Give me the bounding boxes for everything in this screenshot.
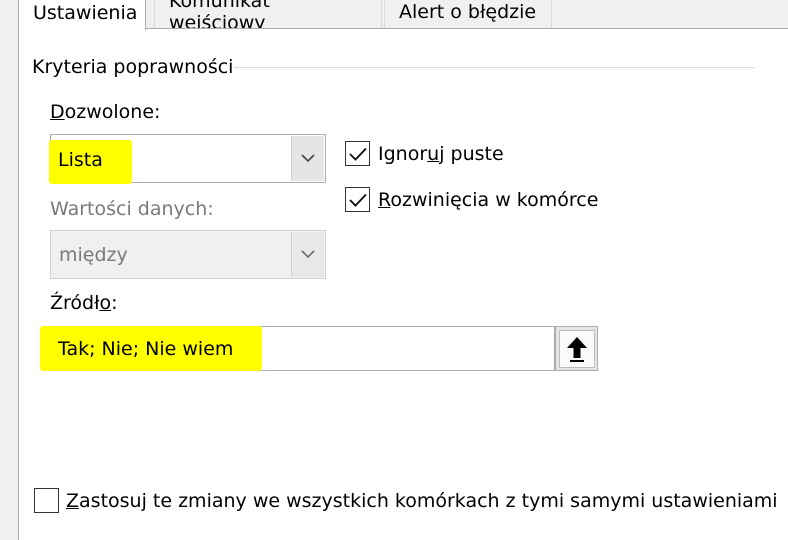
source-label-part: Źródł (50, 292, 100, 314)
source-collapse-button[interactable] (555, 326, 598, 371)
source-value: Tak; Nie; Nie wiem (58, 338, 234, 360)
allow-value: Lista (58, 149, 103, 171)
ignore-blank-label-part: j puste (439, 143, 504, 165)
in-cell-dropdown-access-key: R (378, 189, 391, 211)
chevron-down-icon (301, 154, 315, 163)
data-dropdown-button[interactable] (291, 232, 324, 277)
in-cell-dropdown-label[interactable]: Rozwinięcia w komórce (378, 189, 598, 211)
apply-all-access-key: Z (66, 490, 80, 512)
chevron-down-icon (301, 250, 315, 259)
apply-all-label[interactable]: Zastosuj te zmiany we wszystkich komórka… (66, 490, 778, 512)
allow-label: Dozwolone: (50, 101, 160, 123)
data-value: między (59, 243, 128, 266)
source-collapse-button-face (558, 329, 595, 368)
in-cell-dropdown-checkbox[interactable] (345, 187, 370, 212)
apply-all-checkbox[interactable] (34, 488, 59, 513)
tab-label: Ustawienia (33, 1, 138, 24)
group-title: Kryteria poprawności (32, 56, 240, 78)
source-access-key: o (99, 292, 112, 314)
allow-label-text: ozwolone: (64, 101, 161, 123)
data-label: Wartości danych: (50, 198, 214, 220)
ignore-blank-access-key: u (427, 143, 440, 165)
group-divider (234, 67, 755, 68)
apply-all-label-text: astosuj te zmiany we wszystkich komórkac… (79, 490, 778, 512)
ignore-blank-label[interactable]: Ignoruj puste (378, 143, 504, 165)
ignore-blank-checkbox[interactable] (345, 141, 370, 166)
arrow-up-icon (566, 336, 587, 362)
data-dropdown[interactable]: między (50, 230, 326, 279)
ignore-blank-label-part: Ignor (378, 143, 428, 165)
checkmark-icon (348, 193, 367, 207)
checkmark-icon (348, 147, 367, 161)
tab-komunikat-wejsciowy[interactable]: Komunikat wejściowy (154, 0, 382, 34)
allow-label-access-key: D (50, 101, 65, 123)
in-cell-dropdown-label-text: ozwinięcia w komórce (390, 189, 599, 211)
tab-alert-o-bledzie[interactable]: Alert o błędzie (384, 0, 552, 28)
source-label: Źródło: (50, 292, 118, 314)
tab-label: Alert o błędzie (399, 0, 537, 23)
allow-dropdown-button[interactable] (291, 136, 324, 181)
source-label-part: : (111, 292, 118, 314)
tab-ustawienia[interactable]: Ustawienia (18, 0, 146, 30)
